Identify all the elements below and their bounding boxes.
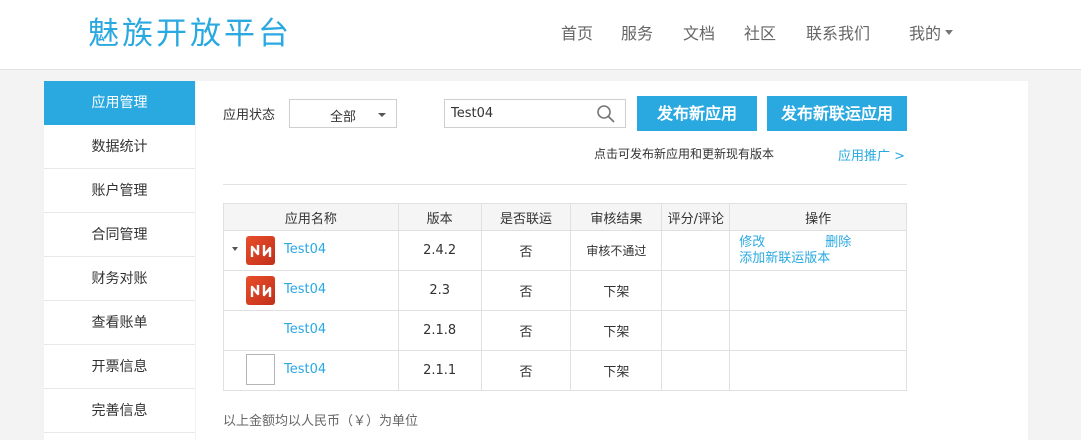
review-status-cell: 审核不通过 [570, 230, 663, 271]
review-status-cell: 下架 [570, 310, 663, 351]
user-menu[interactable]: 我的 [909, 22, 954, 46]
col-header-actions: 操作 [729, 203, 907, 231]
publish-app-button[interactable]: 发布新应用 [637, 96, 757, 131]
sidebar-item-profile[interactable]: 完善信息 [44, 389, 195, 433]
version-cell: 2.1.8 [397, 310, 482, 351]
delete-link[interactable]: 删除 [825, 235, 851, 250]
app-logo-icon [246, 236, 275, 265]
chevron-down-icon [378, 113, 386, 117]
joint-cell: 否 [480, 310, 572, 351]
version-cell: 2.4.2 [397, 230, 482, 271]
expand-caret-icon[interactable] [232, 247, 238, 251]
table-row: Test04 2.1.8 否 下架 [223, 310, 907, 351]
app-name-link[interactable]: Test04 [284, 282, 326, 297]
table-header-row: 应用名称 版本 是否联运 审核结果 评分/评论 操作 [223, 203, 907, 231]
app-logo-glyph-icon [250, 244, 271, 257]
col-header-version: 版本 [397, 203, 482, 231]
nav-community[interactable]: 社区 [744, 22, 776, 46]
nav-services[interactable]: 服务 [621, 22, 653, 46]
table-row: Test04 2.4.2 否 审核不通过 修改 删除 添加新联运版本 [223, 230, 907, 271]
app-table: 应用名称 版本 是否联运 审核结果 评分/评论 操作 Test04 2.4.2 … [223, 203, 907, 391]
sidebar-item-statistics[interactable]: 数据统计 [44, 125, 195, 169]
status-select[interactable]: 全部 [289, 99, 397, 128]
sidebar: 应用管理 数据统计 账户管理 合同管理 财务对账 查看账单 开票信息 完善信息 [44, 81, 195, 440]
joint-cell: 否 [480, 230, 572, 271]
nav-home[interactable]: 首页 [561, 22, 593, 46]
main-panel: 应用状态 全部 Test04 发布新应用 发布新联运应用 点击可发布新应用和更新… [196, 81, 1028, 440]
col-header-name: 应用名称 [223, 203, 399, 231]
user-menu-label: 我的 [909, 24, 942, 43]
app-name-cell: Test04 [223, 270, 399, 311]
version-cell: 2.3 [397, 270, 482, 311]
actions-cell [729, 350, 907, 391]
app-name-link[interactable]: Test04 [284, 242, 326, 257]
review-status-cell: 下架 [570, 270, 663, 311]
sidebar-item-contracts[interactable]: 合同管理 [44, 213, 195, 257]
divider [223, 184, 907, 185]
status-filter-label: 应用状态 [223, 108, 276, 123]
sidebar-item-account[interactable]: 账户管理 [44, 169, 195, 213]
app-name-cell: Test04 [223, 230, 399, 271]
edit-link[interactable]: 修改 [739, 235, 765, 250]
actions-cell: 修改 删除 添加新联运版本 [729, 230, 907, 271]
actions-cell [729, 270, 907, 311]
chevron-down-icon [945, 30, 954, 35]
search-icon[interactable] [596, 104, 616, 124]
col-header-joint: 是否联运 [480, 203, 572, 231]
col-header-review: 审核结果 [570, 203, 663, 231]
app-promotion-link[interactable]: 应用推广 > [838, 145, 905, 164]
status-select-value: 全部 [330, 110, 357, 125]
app-name-cell: Test04 [223, 350, 399, 391]
app-name-link[interactable]: Test04 [284, 362, 326, 377]
sidebar-item-bills[interactable]: 查看账单 [44, 301, 195, 345]
actions-cell [729, 310, 907, 351]
table-row: Test04 2.3 否 下架 [223, 270, 907, 311]
rating-cell [661, 270, 731, 311]
nav-contact[interactable]: 联系我们 [806, 22, 870, 46]
col-header-rating: 评分/评论 [661, 203, 731, 231]
rating-cell [661, 350, 731, 391]
app-logo-icon [246, 276, 275, 305]
rating-cell [661, 230, 731, 271]
currency-footnote: 以上金额均以人民币（￥）为单位 [223, 414, 419, 429]
top-navbar: 魅族开放平台 首页 服务 文档 社区 联系我们 我的 [0, 0, 1081, 70]
sidebar-item-invoice[interactable]: 开票信息 [44, 345, 195, 389]
version-cell: 2.1.1 [397, 350, 482, 391]
broken-image-icon [246, 354, 275, 385]
nav-docs[interactable]: 文档 [683, 22, 715, 46]
app-name-link[interactable]: Test04 [284, 322, 326, 337]
joint-cell: 否 [480, 270, 572, 311]
app-logo-glyph-icon [250, 284, 271, 297]
review-status-cell: 下架 [570, 350, 663, 391]
sidebar-item-app-management[interactable]: 应用管理 [44, 81, 195, 125]
table-row: Test04 2.1.1 否 下架 [223, 350, 907, 391]
app-name-cell: Test04 [223, 310, 399, 351]
sidebar-item-reconciliation[interactable]: 财务对账 [44, 257, 195, 301]
joint-cell: 否 [480, 350, 572, 391]
add-joint-version-link[interactable]: 添加新联运版本 [739, 251, 830, 266]
rating-cell [661, 310, 731, 351]
publish-joint-app-button[interactable]: 发布新联运应用 [767, 96, 907, 131]
publish-hint: 点击可发布新应用和更新现有版本 [594, 147, 775, 161]
platform-logo[interactable]: 魅族开放平台 [88, 14, 292, 54]
